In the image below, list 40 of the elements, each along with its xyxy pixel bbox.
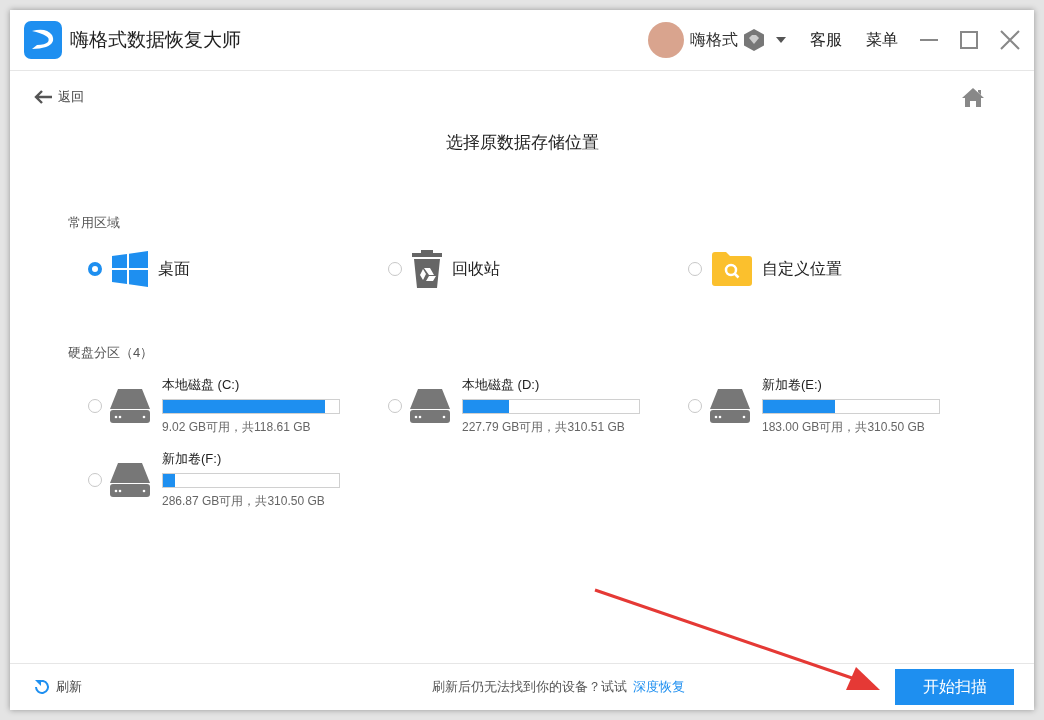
disk-name: 本地磁盘 (D:) <box>462 376 541 394</box>
disk-capacity: 286.87 GB可用，共310.50 GB <box>162 493 326 510</box>
window-title: 嗨格式数据恢复大师 <box>70 28 241 52</box>
location-option[interactable]: 回收站 <box>388 250 688 288</box>
disk-capacity: 9.02 GB可用，共118.61 GB <box>162 419 312 436</box>
maximize-icon[interactable] <box>960 31 978 49</box>
windows-logo-icon <box>112 251 148 287</box>
home-icon[interactable] <box>962 87 984 107</box>
trash-can-icon <box>412 250 442 288</box>
avatar[interactable] <box>648 22 684 58</box>
header-link[interactable]: 菜单 <box>866 29 898 51</box>
disk-capacity: 183.00 GB可用，共310.50 GB <box>762 419 926 436</box>
refresh-button[interactable]: 刷新 <box>34 678 82 696</box>
location-option[interactable]: 自定义位置 <box>688 250 988 288</box>
hexagon-badge-icon <box>744 29 764 51</box>
refresh-icon <box>34 679 50 695</box>
disk-name: 新加卷(E:) <box>762 376 823 394</box>
disk-name: 新加卷(F:) <box>162 450 223 468</box>
back-arrow-icon <box>34 90 52 104</box>
folder-search-icon <box>712 252 752 286</box>
section-label: 常用区域 <box>68 214 121 232</box>
hint-text: 刷新后仍无法找到你的设备？试试 <box>432 678 627 696</box>
hard-drive-icon <box>410 389 450 423</box>
hard-drive-icon <box>110 389 150 423</box>
section-label: 硬盘分区（4） <box>68 344 155 362</box>
caret-icon[interactable] <box>776 37 786 43</box>
deep-recovery-link[interactable]: 深度恢复 <box>633 678 685 696</box>
back-button[interactable]: 返回 <box>34 88 84 106</box>
disk-capacity: 227.79 GB可用，共310.51 GB <box>462 419 626 436</box>
minimize-icon[interactable] <box>920 39 938 41</box>
hard-drive-icon <box>110 463 150 497</box>
disk-name: 本地磁盘 (C:) <box>162 376 241 394</box>
header-link[interactable]: 客服 <box>810 29 842 51</box>
page-heading: 选择原数据存储位置 <box>444 132 600 154</box>
app-logo-icon <box>24 21 62 59</box>
location-option[interactable]: 桌面 <box>88 250 388 288</box>
radio-button[interactable] <box>88 262 102 276</box>
hard-drive-icon <box>710 389 750 423</box>
user-name: 嗨格式 <box>690 29 738 50</box>
close-icon[interactable] <box>1000 30 1020 50</box>
